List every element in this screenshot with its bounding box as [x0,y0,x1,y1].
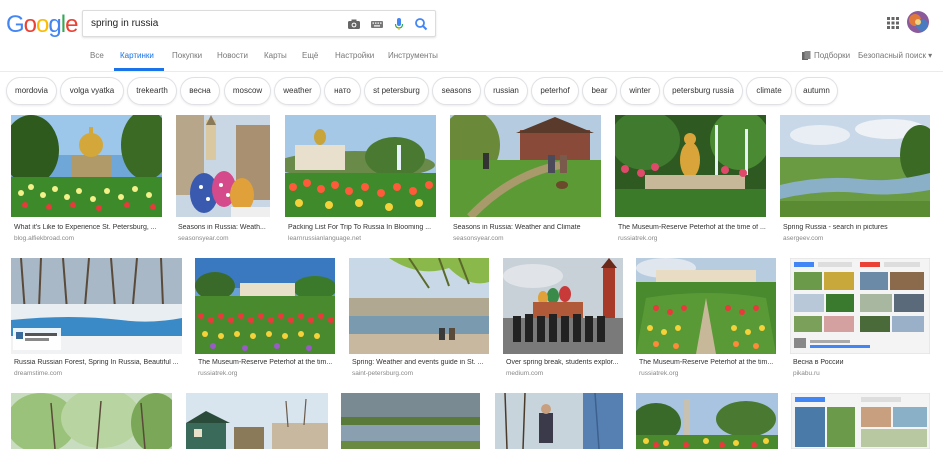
result-source: dreamstime.com [14,370,63,377]
result-image-15[interactable] [341,393,480,449]
related-searches-chips: mordovia volga vyatka trekearth весна mo… [0,76,943,108]
tab-images[interactable]: Картинки [120,51,154,60]
result-source: saint-petersburg.com [352,370,414,377]
result-image-5[interactable]: The Museum-Reserve Peterhof at the time … [615,115,766,242]
result-source: blog.alfiekbroad.com [14,235,74,242]
collections-link[interactable]: Подборки [814,51,850,60]
search-input[interactable] [91,11,341,36]
chip-weather[interactable]: weather [274,77,321,105]
chip-bear[interactable]: bear [582,77,617,105]
chip-russian[interactable]: russian [484,77,528,105]
tab-shopping[interactable]: Покупки [172,51,202,60]
result-caption[interactable]: The Museum-Reserve Peterhof at the tim..… [639,359,776,366]
result-caption[interactable]: Spring: Weather and events guide in St. … [352,359,489,366]
chip-vesna[interactable]: весна [180,77,220,105]
tab-news[interactable]: Новости [217,51,248,60]
chip-autumn[interactable]: autumn [795,77,838,105]
result-caption[interactable]: Packing List For Trip To Russia In Bloom… [288,224,436,231]
tab-all[interactable]: Все [90,51,104,60]
chip-mordovia[interactable]: mordovia [6,77,57,105]
apps-grid-icon[interactable] [887,17,899,29]
active-tab-indicator [114,68,164,71]
result-source: seasonsyear.com [453,235,504,242]
tab-tools[interactable]: Инструменты [388,51,438,60]
result-image-16[interactable] [495,393,623,449]
tab-maps[interactable]: Карты [264,51,287,60]
header: Google spring in russia Все Картинки Пок… [0,0,943,72]
tab-settings[interactable]: Настройки [335,51,374,60]
result-image-6[interactable]: Spring Russia - search in pictures aserg… [780,115,930,242]
result-image-11[interactable]: The Museum-Reserve Peterhof at the tim..… [636,258,776,377]
result-image-1[interactable]: What it's Like to Experience St. Petersb… [11,115,162,242]
result-caption[interactable]: What it's Like to Experience St. Petersb… [14,224,162,231]
result-source: medium.com [506,370,544,377]
result-source: russiatrek.org [618,235,658,242]
result-caption[interactable]: Russia Russian Forest, Spring In Russia,… [14,359,182,366]
result-source: russiatrek.org [639,370,679,377]
result-image-13[interactable] [11,393,172,449]
result-caption[interactable]: Весна в России [793,359,930,366]
camera-icon[interactable] [347,17,361,31]
result-source: learnrussianlanguage.net [288,235,361,242]
tab-more[interactable]: Ещё [302,51,318,60]
search-icon[interactable] [414,17,428,31]
result-image-3[interactable]: Packing List For Trip To Russia In Bloom… [285,115,436,242]
safesearch-toggle[interactable]: Безопасный поиск ▾ [858,51,932,60]
result-caption[interactable]: The Museum-Reserve Peterhof at the tim..… [198,359,335,366]
chip-moscow[interactable]: moscow [224,77,271,105]
result-source: russiatrek.org [198,370,238,377]
microphone-icon[interactable] [392,17,406,31]
result-image-2[interactable]: Seasons in Russia: Weath... seasonsyear.… [176,115,270,242]
chip-petersburg-russia[interactable]: petersburg russia [663,77,743,105]
avatar[interactable] [907,11,929,33]
result-caption[interactable]: Spring Russia - search in pictures [783,224,930,231]
result-caption[interactable]: Seasons in Russia: Weather and Climate [453,224,601,231]
result-caption[interactable]: Seasons in Russia: Weath... [178,224,270,231]
chip-volga-vyatka[interactable]: volga vyatka [60,77,124,105]
result-image-9[interactable]: Spring: Weather and events guide in St. … [349,258,489,377]
result-image-18[interactable] [791,393,930,449]
image-search-page: Google spring in russia Все Картинки Пок… [0,0,943,449]
keyboard-icon[interactable] [370,17,384,31]
result-image-14[interactable] [186,393,328,449]
search-box [82,10,436,37]
result-source: pikabu.ru [793,370,820,377]
result-source: seasonsyear.com [178,235,229,242]
chip-winter[interactable]: winter [620,77,660,105]
result-image-10[interactable]: Over spring break, students explor... me… [503,258,623,377]
chip-st-petersburg[interactable]: st petersburg [364,77,429,105]
chip-trekearth[interactable]: trekearth [127,77,177,105]
result-image-12[interactable]: Весна в России pikabu.ru [790,258,930,377]
result-image-17[interactable] [636,393,778,449]
chip-peterhof[interactable]: peterhof [531,77,579,105]
chip-climate[interactable]: climate [746,77,792,105]
chip-seasons[interactable]: seasons [432,77,481,105]
result-image-4[interactable]: Seasons in Russia: Weather and Climate s… [450,115,601,242]
result-caption[interactable]: The Museum-Reserve Peterhof at the time … [618,224,766,231]
collections-icon [802,51,811,60]
result-source: asergeev.com [783,235,824,242]
chip-nato[interactable]: нато [324,77,361,105]
result-caption[interactable]: Over spring break, students explor... [506,359,623,366]
search-tabs: Все Картинки Покупки Новости Карты Ещё Н… [0,44,943,72]
google-logo[interactable]: Google [6,11,78,39]
result-image-7[interactable]: Russia Russian Forest, Spring In Russia,… [11,258,182,377]
result-image-8[interactable]: The Museum-Reserve Peterhof at the tim..… [195,258,335,377]
